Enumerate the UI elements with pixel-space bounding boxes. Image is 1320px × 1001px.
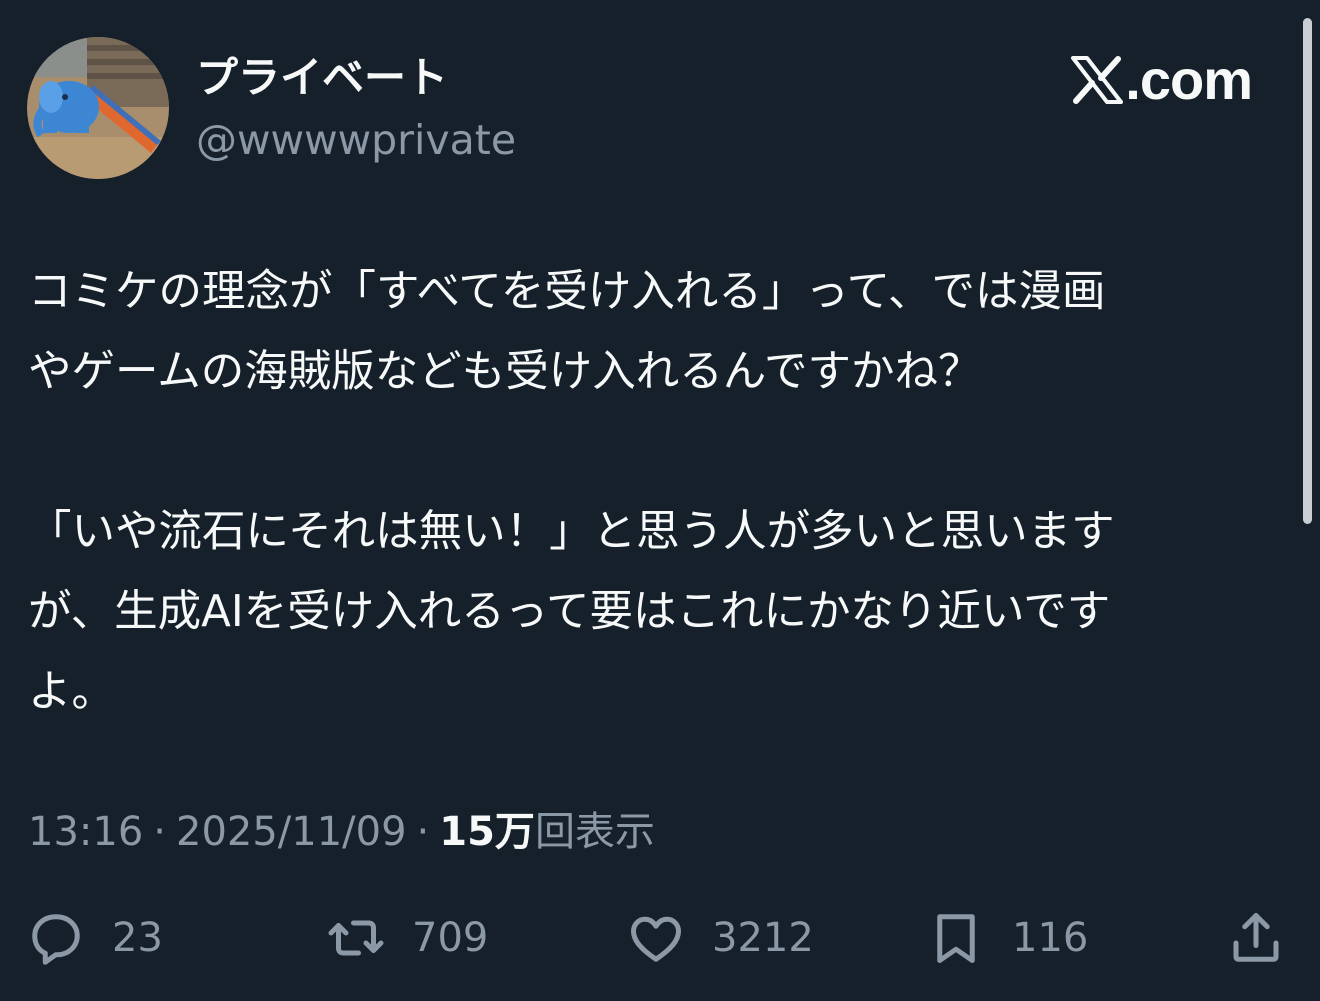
x-brand: .com (1071, 48, 1253, 112)
meta-separator: · (153, 809, 166, 855)
scrollbar[interactable] (1303, 18, 1312, 524)
bookmark-count: 116 (1012, 915, 1089, 961)
tweet-paragraph: 「いや流石にそれは無い！」と思う人が多いと思います が、生成AIを受け入れるって… (28, 507, 1115, 717)
bookmark-button[interactable]: 116 (926, 904, 1088, 972)
brand-label: .com (1125, 48, 1253, 111)
tweet-time[interactable]: 13:16 (28, 809, 143, 855)
tweet-body: コミケの理念が「すべてを受け入れる」って、では漫画 やゲームの海賊版なども受け入… (28, 252, 1298, 732)
tweet-meta: 13:16 · 2025/11/09 · 15万回表示 (28, 804, 655, 860)
reply-count: 23 (112, 915, 163, 961)
author-display-name[interactable]: プライベート (196, 50, 448, 106)
like-count: 3212 (712, 915, 814, 961)
views-count[interactable]: 15万 (439, 809, 535, 855)
repost-button[interactable]: 709 (326, 904, 488, 972)
avatar[interactable] (27, 37, 169, 179)
author-handle[interactable]: @wwwwprivate (196, 113, 516, 167)
reply-icon (32, 914, 80, 965)
tweet-date[interactable]: 2025/11/09 (176, 809, 407, 855)
tweet-paragraph: コミケの理念が「すべてを受け入れる」って、では漫画 やゲームの海賊版なども受け入… (28, 267, 1106, 397)
share-icon (1233, 913, 1279, 962)
views-label[interactable]: 回表示 (535, 809, 655, 855)
like-button[interactable]: 3212 (626, 904, 814, 972)
x-logo-icon (1071, 56, 1124, 104)
heart-icon (631, 916, 681, 962)
bookmark-icon (937, 914, 975, 963)
repost-icon (328, 920, 384, 956)
repost-count: 709 (412, 915, 489, 961)
meta-separator: · (416, 809, 430, 855)
share-button[interactable] (1226, 904, 1286, 972)
reply-button[interactable]: 23 (26, 904, 163, 972)
action-bar: 23 709 3212 116 (0, 904, 1320, 972)
